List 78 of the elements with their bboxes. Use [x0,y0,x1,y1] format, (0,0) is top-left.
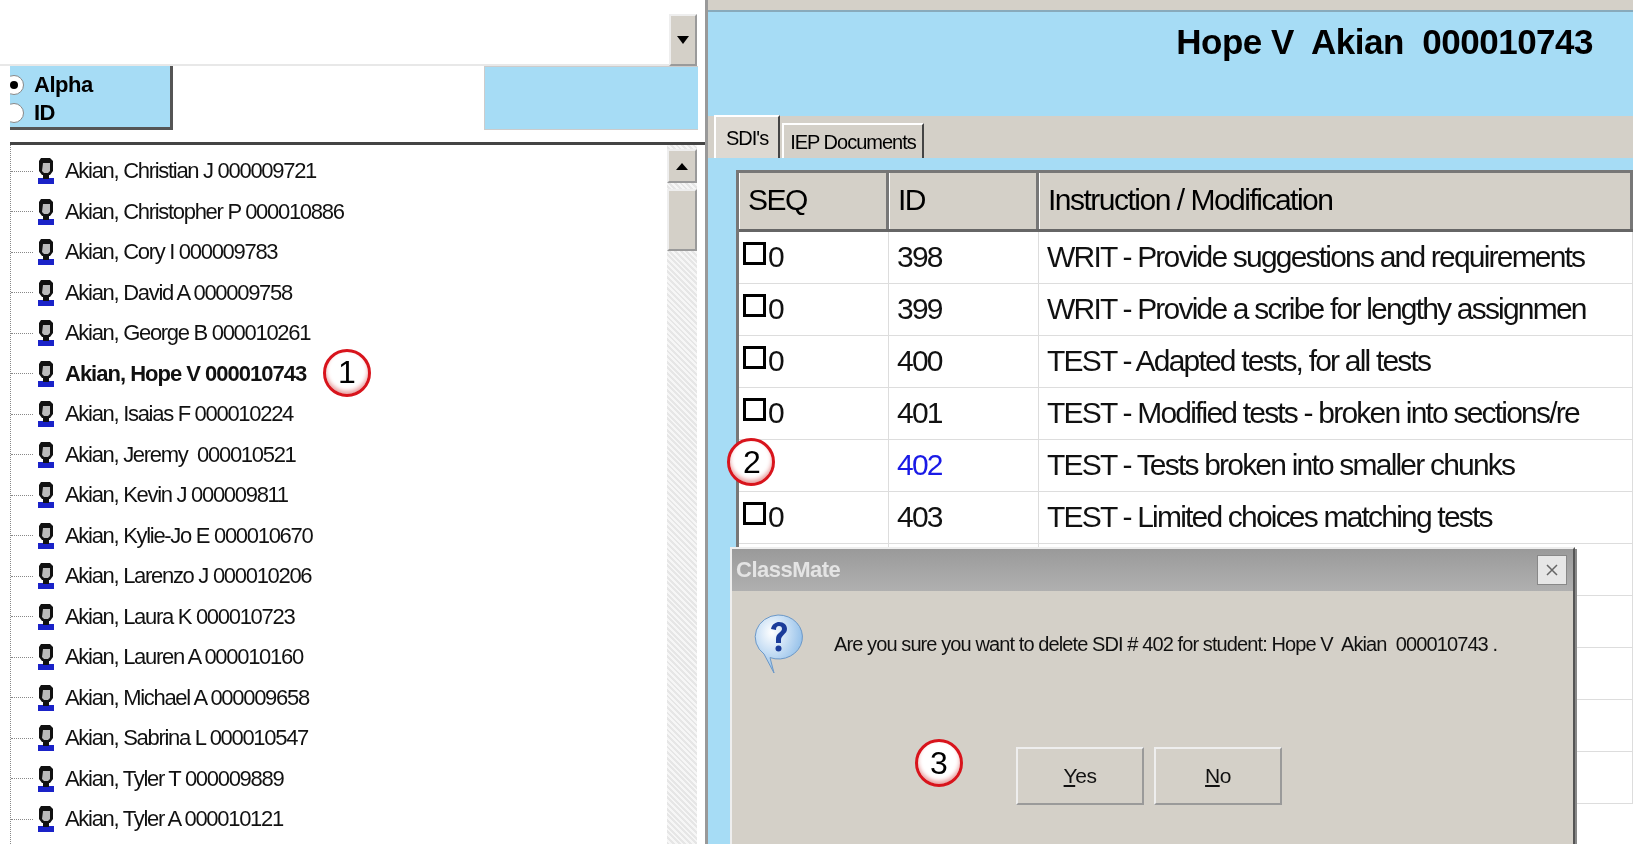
student-name[interactable]: Akian, Kevin J 000009811 [65,482,288,509]
table-cell: WRIT - Provide suggestions and requirements [1047,240,1585,274]
student-name[interactable]: Akian, Laura K 000010723 [65,603,295,630]
student-icon [35,196,57,227]
table-cell: TEST - Tests broken into smaller chunks [1047,448,1515,482]
radio-label: Alpha [34,72,93,98]
student-icon [35,277,57,308]
checkbox[interactable] [743,294,766,317]
student-name[interactable]: Akian, George B 000010261 [65,320,311,347]
student-icon [35,237,57,268]
table-cell: 0 [768,396,783,430]
table-cell: 402 [897,448,942,482]
table-cell: TEST - Adapted tests, for all tests [1047,344,1431,378]
student-icon [35,642,57,673]
student-icon [35,763,57,794]
column-header[interactable]: Instruction / Modification [1039,173,1633,229]
table-cell: 400 [897,344,942,378]
checkbox[interactable] [743,502,766,525]
column-header[interactable]: SEQ [739,173,889,229]
table-cell: 0 [768,240,783,274]
student-name[interactable]: Akian, Tyler T 000009889 [65,765,284,792]
table-cell: 398 [897,240,942,274]
student-icon [35,318,57,349]
annotation-marker: 3 [915,739,963,787]
student-name[interactable]: Akian, Lauren A 000010160 [65,644,303,671]
table-cell: TEST - Limited choices matching tests [1047,500,1492,534]
scrollbar[interactable] [667,145,697,844]
student-icon [35,561,57,592]
table-cell: WRIT - Provide a scribe for lengthy assignmen [1047,292,1586,326]
student-icon [35,601,57,632]
student-icon [35,723,57,754]
yes-button[interactable]: Yes [1016,747,1144,805]
table-cell: 0 [768,500,783,534]
student-title: Hope V Akian 000010743 [1176,22,1593,62]
checkbox[interactable] [743,242,766,265]
student-icon [35,399,57,430]
student-name[interactable]: Akian, Cory I 000009783 [65,239,278,266]
table-cell: 401 [897,396,942,430]
student-icon [35,156,57,187]
student-icon [35,480,57,511]
checkbox[interactable] [743,346,766,369]
scroll-thumb[interactable] [667,189,697,251]
student-name[interactable]: Akian, Isaias F 000010224 [65,401,293,428]
close-icon[interactable] [1537,555,1567,585]
student-icon [35,804,57,835]
student-name[interactable]: Akian, Larenzo J 000010206 [65,563,312,590]
student-icon [35,520,57,551]
student-name[interactable]: Akian, Tyler A 000010121 [65,806,283,833]
table-cell: TEST - Modified tests - broken into sections/re [1047,396,1579,430]
radio-button[interactable] [10,103,24,123]
table-cell: 0 [768,344,783,378]
tab[interactable]: SDI's [714,115,781,158]
tab[interactable]: IEP Documents [782,123,924,158]
student-name[interactable]: Akian, Jeremy 000010521 [65,441,296,468]
table-cell: 0 [768,292,783,326]
dialog-title: ClassMate [736,557,841,583]
student-icon [35,439,57,470]
student-name[interactable]: Akian, Hope V 000010743 [65,360,307,387]
annotation-marker: 2 [727,438,775,486]
annotation-marker: 1 [323,348,371,397]
table-cell: 403 [897,500,942,534]
student-icon [35,358,57,389]
student-name[interactable]: Akian, Kylie-Jo E 000010670 [65,522,313,549]
student-name[interactable]: Akian, Christopher P 000010886 [65,198,344,225]
student-name[interactable]: Akian, Sabrina L 000010547 [65,725,309,752]
scroll-up-icon[interactable] [667,149,697,183]
table-cell: 399 [897,292,942,326]
dialog-message: Are you sure you want to delete SDI # 402 for student: Hope V Akian 000010743 . [834,632,1498,656]
column-header[interactable]: ID [889,173,1039,229]
no-button[interactable]: No [1154,747,1282,805]
radio-button[interactable] [10,75,24,95]
checkbox[interactable] [743,398,766,421]
student-name[interactable]: Akian, David A 000009758 [65,279,292,306]
student-name[interactable]: Akian, Christian J 000009721 [65,158,316,185]
radio-label: ID [34,100,55,126]
student-icon [35,682,57,713]
student-name[interactable]: Akian, Michael A 000009658 [65,684,309,711]
question-icon [752,613,804,675]
